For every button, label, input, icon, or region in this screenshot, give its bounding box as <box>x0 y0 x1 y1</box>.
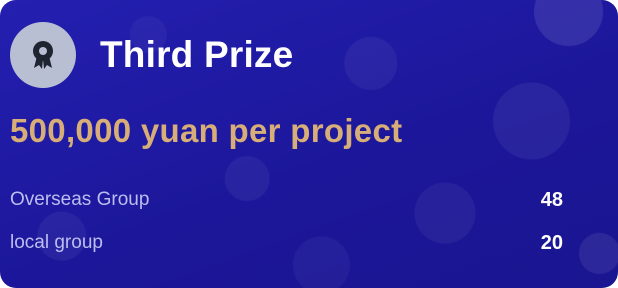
card-header: Third Prize <box>10 22 293 88</box>
prize-amount: 500,000 yuan per project <box>10 112 403 149</box>
group-label: Overseas Group <box>10 189 150 210</box>
award-badge <box>10 22 76 88</box>
award-ribbon-icon <box>33 41 53 69</box>
group-row-local: local group 20 <box>10 228 563 258</box>
third-prize-card: Third Prize 500,000 yuan per project Ove… <box>0 0 618 288</box>
group-label: local group <box>10 232 103 253</box>
card-title: Third Prize <box>100 34 294 75</box>
group-count: 48 <box>540 188 563 211</box>
group-count: 20 <box>540 231 563 254</box>
group-row-overseas: Overseas Group 48 <box>10 185 563 215</box>
